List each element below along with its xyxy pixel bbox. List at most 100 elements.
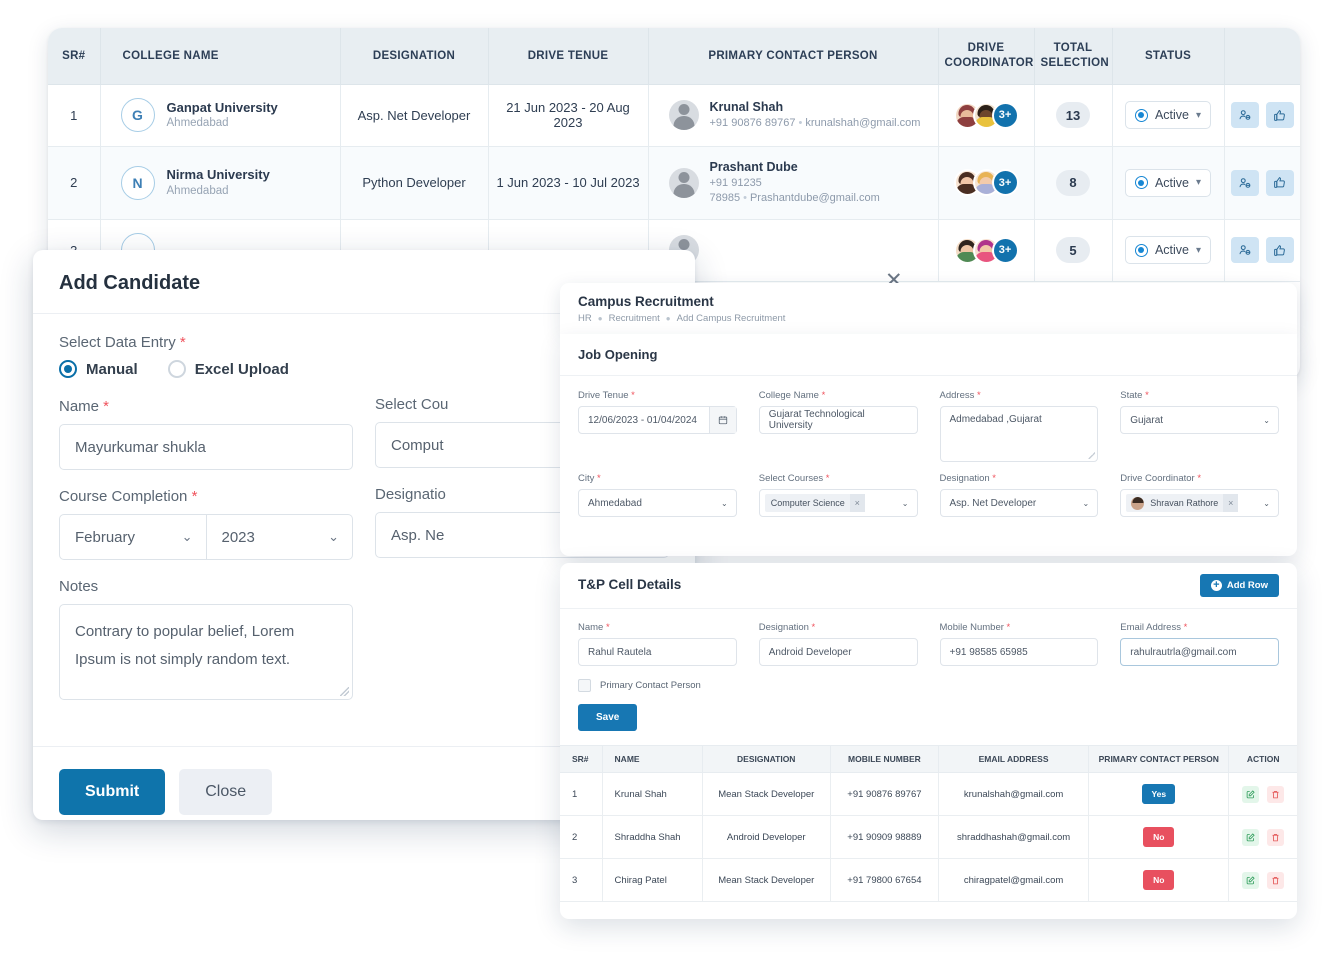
chevron-down-icon: ⌄ <box>1083 499 1090 508</box>
cell-drive-tenue: 1 Jun 2023 - 10 Jul 2023 <box>488 146 648 219</box>
add-row-button[interactable]: + Add Row <box>1200 574 1279 597</box>
required-star: * <box>187 488 197 505</box>
notes-textarea[interactable]: Contrary to popular belief, Lorem Ipsum … <box>59 604 353 700</box>
primary-contact-badge[interactable]: Yes <box>1142 784 1175 804</box>
address-label: Address * <box>940 390 1099 401</box>
th-college-name: COLLEGE NAME <box>100 28 340 84</box>
thumbs-up-icon[interactable] <box>1266 237 1294 263</box>
contact-meta: +91 90876 89767•krunalshah@gmail.com <box>710 116 921 131</box>
tp-cell-email: chiragpatel@gmail.com <box>938 859 1088 902</box>
remove-tag-icon[interactable]: × <box>1223 494 1238 512</box>
contact-email: krunalshah@gmail.com <box>805 117 920 129</box>
select-courses-multiselect[interactable]: Computer Science × ⌄ <box>759 489 918 517</box>
contact-meta: +91 91235 78985•Prashantdube@gmail.com <box>710 176 932 207</box>
required-star: * <box>1181 622 1187 633</box>
radio-excel-label: Excel Upload <box>195 361 289 378</box>
status-radio-icon <box>1135 109 1148 122</box>
coordinator-avatars[interactable]: 3+ <box>945 237 1028 264</box>
tp-th-designation: DESIGNATION <box>702 746 830 773</box>
edit-icon[interactable] <box>1242 786 1259 803</box>
primary-contact-badge[interactable]: No <box>1143 870 1174 890</box>
required-star: * <box>974 390 980 401</box>
tp-th-action: ACTION <box>1229 746 1297 773</box>
status-dropdown[interactable]: Active ▾ <box>1125 101 1211 129</box>
coordinator-tag: Shravan Rathore × <box>1126 494 1238 512</box>
tp-cell-table: SR# NAME DESIGNATION MOBILE NUMBER EMAIL… <box>560 745 1297 902</box>
coordinator-more-count[interactable]: 3+ <box>992 169 1019 196</box>
address-textarea[interactable]: Admedabad ,Gujarat <box>940 406 1099 462</box>
course-year-select[interactable]: 2023 ⌄ <box>207 514 354 560</box>
drive-coordinator-multiselect[interactable]: Shravan Rathore × ⌄ <box>1120 489 1279 517</box>
delete-icon[interactable] <box>1267 872 1284 889</box>
edit-icon[interactable] <box>1242 829 1259 846</box>
primary-contact-badge[interactable]: No <box>1143 827 1174 847</box>
college-initial-avatar: G <box>121 98 155 132</box>
breadcrumb-hr[interactable]: HR <box>578 313 592 324</box>
chevron-down-icon: ▾ <box>1196 177 1201 188</box>
delete-icon[interactable] <box>1267 786 1284 803</box>
breadcrumb-recruitment[interactable]: Recruitment <box>609 313 660 324</box>
remove-tag-icon[interactable]: × <box>850 494 865 512</box>
primary-contact-checkbox-row[interactable]: Primary Contact Person <box>560 666 1297 692</box>
delete-icon[interactable] <box>1267 829 1284 846</box>
tp-mobile-label: Mobile Number * <box>940 622 1099 633</box>
tp-designation-input[interactable]: Android Developer <box>759 638 918 666</box>
tp-name-label: Name * <box>578 622 737 633</box>
edit-icon[interactable] <box>1242 872 1259 889</box>
status-dropdown[interactable]: Active ▾ <box>1125 169 1211 197</box>
close-button[interactable]: Close <box>179 769 272 815</box>
radio-selected-icon <box>59 360 77 378</box>
name-input[interactable]: Mayurkumar shukla <box>59 424 353 470</box>
city-select[interactable]: Ahmedabad ⌄ <box>578 489 737 517</box>
required-star: * <box>823 473 829 484</box>
tp-email-input[interactable]: rahulrautrla@gmail.com <box>1120 638 1279 666</box>
th-status: STATUS <box>1112 28 1224 84</box>
tp-th-email: EMAIL ADDRESS <box>938 746 1088 773</box>
coordinator-avatars[interactable]: 3+ <box>945 169 1028 196</box>
cell-sr: 2 <box>48 146 100 219</box>
table-row[interactable]: 3 Chirag Patel Mean Stack Developer +91 … <box>560 859 1297 902</box>
status-dropdown[interactable]: Active ▾ <box>1125 236 1211 264</box>
submit-button[interactable]: Submit <box>59 769 165 815</box>
radio-manual[interactable]: Manual <box>59 360 138 378</box>
table-row[interactable]: 2 N Nirma University Ahmedabad Python De… <box>48 146 1300 219</box>
chevron-down-icon: ⌄ <box>1263 499 1270 508</box>
tp-mobile-input[interactable]: +91 98585 65985 <box>940 638 1099 666</box>
select-courses-label: Select Courses * <box>759 473 918 484</box>
table-row[interactable]: 1 Krunal Shah Mean Stack Developer +91 9… <box>560 773 1297 816</box>
designation-select[interactable]: Asp. Net Developer ⌄ <box>940 489 1099 517</box>
thumbs-up-icon[interactable] <box>1266 102 1294 128</box>
chevron-down-icon: ⌄ <box>328 529 339 545</box>
assign-user-icon[interactable] <box>1231 237 1259 263</box>
state-select[interactable]: Gujarat ⌄ <box>1120 406 1279 434</box>
cell-designation: Asp. Net Developer <box>340 84 488 146</box>
tp-cell-mobile: +91 90876 89767 <box>830 773 938 816</box>
coordinator-more-count[interactable]: 3+ <box>992 237 1019 264</box>
contact-cell: Prashant Dube +91 91235 78985•Prashantdu… <box>655 159 932 207</box>
college-cell: N Nirma University Ahmedabad <box>107 166 334 200</box>
thumbs-up-icon[interactable] <box>1266 170 1294 196</box>
person-icon <box>669 100 699 130</box>
tp-th-primary: PRIMARY CONTACT PERSON <box>1089 746 1229 773</box>
assign-user-icon[interactable] <box>1231 102 1259 128</box>
status-label: Active <box>1155 176 1189 190</box>
coordinator-avatars[interactable]: 3+ <box>945 102 1028 129</box>
drive-tenue-input[interactable]: 12/06/2023 - 01/04/2024 <box>578 406 737 434</box>
breadcrumb-current: Add Campus Recruitment <box>677 313 786 324</box>
coordinator-more-count[interactable]: 3+ <box>992 102 1019 129</box>
tp-name-input[interactable]: Rahul Rautela <box>578 638 737 666</box>
required-star: * <box>176 334 186 351</box>
college-name-input[interactable]: Gujarat Technological University <box>759 406 918 434</box>
calendar-icon[interactable] <box>709 407 736 433</box>
required-star: * <box>1004 622 1010 633</box>
chevron-down-icon: ⌄ <box>721 499 728 508</box>
table-row[interactable]: 2 Shraddha Shah Android Developer +91 90… <box>560 816 1297 859</box>
table-row[interactable]: 1 G Ganpat University Ahmedabad Asp. Net… <box>48 84 1300 146</box>
radio-excel-upload[interactable]: Excel Upload <box>168 360 289 378</box>
course-month-select[interactable]: February ⌄ <box>59 514 207 560</box>
tp-email-label: Email Address * <box>1120 622 1279 633</box>
save-button[interactable]: Save <box>578 704 637 731</box>
checkbox-icon[interactable] <box>578 679 591 692</box>
tp-cell-details-card: T&P Cell Details + Add Row Name * Rahul … <box>560 563 1297 919</box>
assign-user-icon[interactable] <box>1231 170 1259 196</box>
